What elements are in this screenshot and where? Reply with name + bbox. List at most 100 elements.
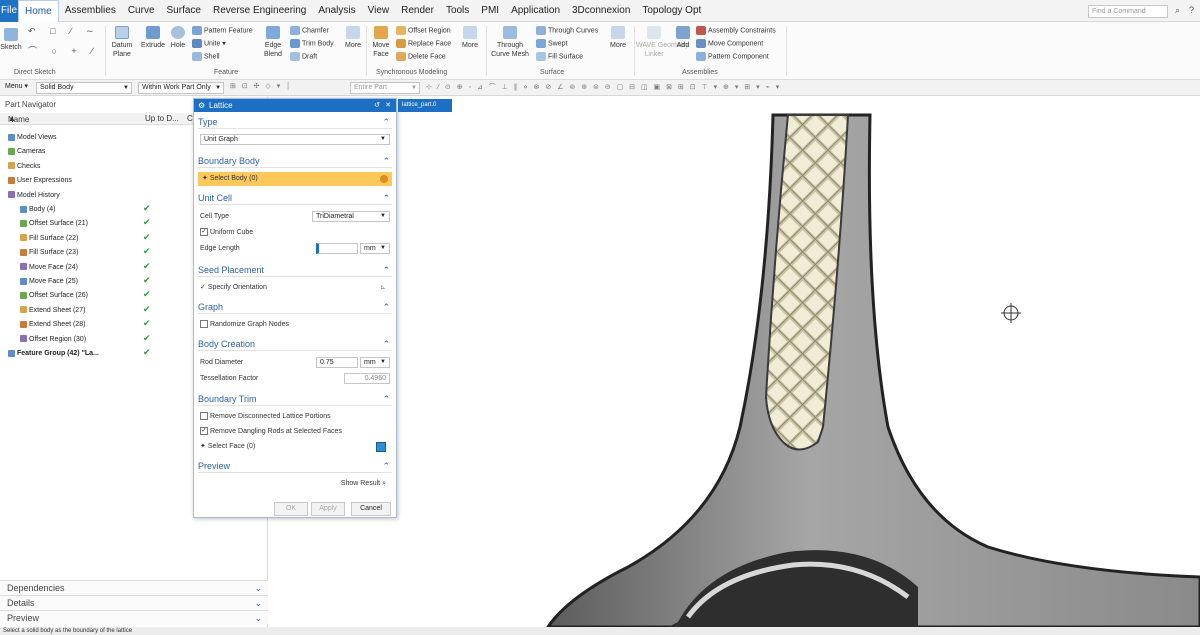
type-filter-select[interactable]: Solid Body ▼ [36, 82, 132, 94]
select-face-row[interactable]: ✦ Select Face (0) [200, 440, 392, 453]
tree-item[interactable]: Move Face (25) [20, 275, 78, 289]
tree-item[interactable]: Feature Group (42) "La... [8, 347, 99, 361]
menu-tab-pmi[interactable]: PMI [475, 0, 505, 22]
tree-item[interactable]: User Expressions [8, 174, 72, 188]
add-component-button[interactable]: Add [672, 26, 694, 50]
reset-icon[interactable]: ↺ [374, 99, 380, 112]
shell-button[interactable]: Shell [192, 52, 220, 61]
more-surface-button[interactable]: More [606, 26, 630, 50]
specify-orientation-row[interactable]: ✓ Specify Orientation ⊾ [200, 281, 392, 294]
sketch-button[interactable]: Sketch [0, 28, 22, 52]
section-body-creation[interactable]: Body Creation ⌃ [198, 338, 392, 351]
move-component-button[interactable]: Move Component [696, 39, 763, 48]
delete-face-button[interactable]: Delete Face [396, 52, 446, 61]
tree-item[interactable]: Checks [8, 160, 40, 174]
menu-tab-analysis[interactable]: Analysis [312, 0, 361, 22]
snap-scope-select[interactable]: Entire Part ▼ [350, 82, 420, 94]
chamfer-button[interactable]: Chamfer [290, 26, 329, 35]
scope-filter-select[interactable]: Within Work Part Only ▼ [138, 82, 224, 94]
tree-item[interactable]: Offset Surface (21) [20, 217, 88, 231]
menu-tab-reverse-engineering[interactable]: Reverse Engineering [207, 0, 312, 22]
pattern-component-button[interactable]: Pattern Component [696, 52, 769, 61]
dialog-part-tab[interactable]: lattice_part.0 [398, 99, 452, 112]
tree-item[interactable]: Move Face (24) [20, 261, 78, 275]
menu-tab-topology-opt[interactable]: Topology Opt [636, 0, 707, 22]
menu-tab-application[interactable]: Application [505, 0, 566, 22]
datum-plane-button[interactable]: Datum Plane [108, 26, 136, 59]
tree-item[interactable]: Offset Region (30) [20, 333, 86, 347]
select-body-field[interactable]: ✦ Select Body (0) [198, 172, 392, 186]
tree-item[interactable]: Model Views [8, 131, 57, 145]
panel-preview[interactable]: Preview ⌄ [0, 610, 268, 625]
orientation-icon[interactable]: ⊾ [380, 281, 386, 294]
through-curve-mesh-button[interactable]: Through Curve Mesh [488, 26, 532, 59]
remove-disconnected-checkbox[interactable] [200, 412, 208, 421]
tree-item[interactable]: Offset Surface (26) [20, 289, 88, 303]
tessellation-factor-input[interactable]: 0.4960 [344, 373, 390, 384]
lattice-part-model[interactable] [268, 97, 1200, 627]
column-c[interactable]: C [187, 114, 193, 123]
trim-body-button[interactable]: Trim Body [290, 39, 334, 48]
column-name[interactable]: Name ▲ [8, 114, 29, 124]
snap-point-icons[interactable]: ⊹ ∕ ⊙ ⊕ ◦ ⊿ ⌒ ⊥ ∥ ⋄ ⊗ ⊘ ∠ ⊚ ⊛ ⊜ ⊝ ▢ ⊟ ◫ … [426, 82, 781, 92]
gear-icon[interactable]: ⚙ [198, 99, 205, 112]
menu-tab-surface[interactable]: Surface [161, 0, 207, 22]
graphics-viewport[interactable] [268, 97, 1200, 627]
cell-type-select[interactable]: TriDiametral ▼ [312, 211, 390, 222]
tree-item[interactable]: Body (4) [20, 203, 55, 217]
assembly-constraints-button[interactable]: Assembly Constraints [696, 26, 776, 35]
edge-length-unit-select[interactable]: mm ▼ [360, 243, 390, 254]
wave-geometry-linker-button[interactable]: WAVE Geometry Linker [636, 26, 689, 59]
menu-tab-home[interactable]: Home [18, 0, 59, 22]
tree-item[interactable]: Extend Sheet (27) [20, 304, 85, 318]
search-icon[interactable]: ⌕ [1175, 5, 1180, 16]
tree-item[interactable]: Extend Sheet (28) [20, 318, 85, 332]
panel-details[interactable]: Details ⌄ [0, 595, 268, 610]
pattern-feature-button[interactable]: Pattern Feature [192, 26, 253, 35]
edge-length-input[interactable] [316, 243, 358, 254]
move-face-button[interactable]: Move Face [368, 26, 394, 59]
uniform-cube-row[interactable]: ✓ Uniform Cube [200, 226, 392, 239]
randomize-graph-nodes-row[interactable]: Randomize Graph Nodes [200, 318, 392, 331]
fill-surface-button[interactable]: Fill Surface [536, 52, 583, 61]
replace-face-button[interactable]: Replace Face [396, 39, 451, 48]
section-preview[interactable]: Preview ⌃ [198, 460, 392, 473]
menu-tab-3dconnexion[interactable]: 3Dconnexion [566, 0, 636, 22]
randomize-graph-nodes-checkbox[interactable] [200, 320, 208, 329]
rod-diameter-unit-select[interactable]: mm ▼ [360, 357, 390, 368]
section-type[interactable]: Type ⌃ [198, 116, 392, 129]
extrude-button[interactable]: Extrude [138, 26, 168, 50]
file-menu[interactable]: File [0, 0, 18, 22]
menu-tab-render[interactable]: Render [395, 0, 440, 22]
menu-button[interactable]: Menu ▾ [2, 82, 32, 94]
more-sync-button[interactable]: More [458, 26, 482, 50]
sketch-shape-icons[interactable]: ⌒ ○ + ∕ [28, 44, 99, 57]
command-search-input[interactable]: Find a Command [1088, 5, 1168, 18]
hole-button[interactable]: Hole [168, 26, 188, 50]
through-curves-button[interactable]: Through Curves [536, 26, 598, 35]
draft-button[interactable]: Draft [290, 52, 317, 61]
offset-region-button[interactable]: Offset Region [396, 26, 451, 35]
tree-item[interactable]: Fill Surface (23) [20, 246, 78, 260]
panel-dependencies[interactable]: Dependencies ⌄ [0, 580, 268, 595]
menu-tab-view[interactable]: View [362, 0, 396, 22]
cancel-button[interactable]: Cancel [351, 502, 391, 516]
ok-button[interactable]: OK [274, 502, 308, 516]
remove-dangling-row[interactable]: ✓ Remove Dangling Rods at Selected Faces [200, 425, 392, 438]
uniform-cube-checkbox[interactable]: ✓ [200, 228, 208, 237]
selection-toolbar-icons[interactable]: ⊞ ⊡ ✣ ◇ ▾ │ [230, 82, 293, 90]
dialog-title-bar[interactable]: ⚙ Lattice ↺ ✕ [194, 99, 396, 112]
apply-button[interactable]: Apply [311, 502, 345, 516]
section-boundary-body[interactable]: Boundary Body ⌃ [198, 155, 392, 168]
help-icon[interactable]: ? [1189, 5, 1194, 15]
menu-tab-curve[interactable]: Curve [122, 0, 161, 22]
section-boundary-trim[interactable]: Boundary Trim ⌃ [198, 393, 392, 406]
section-graph[interactable]: Graph ⌃ [198, 301, 392, 314]
remove-disconnected-row[interactable]: Remove Disconnected Lattice Portions [200, 410, 392, 423]
close-icon[interactable]: ✕ [385, 99, 391, 112]
edge-blend-button[interactable]: Edge Blend [258, 26, 288, 59]
tree-item[interactable]: Fill Surface (22) [20, 232, 78, 246]
tree-item[interactable]: Cameras [8, 145, 45, 159]
menu-tab-tools[interactable]: Tools [440, 0, 475, 22]
swept-button[interactable]: Swept [536, 39, 567, 48]
